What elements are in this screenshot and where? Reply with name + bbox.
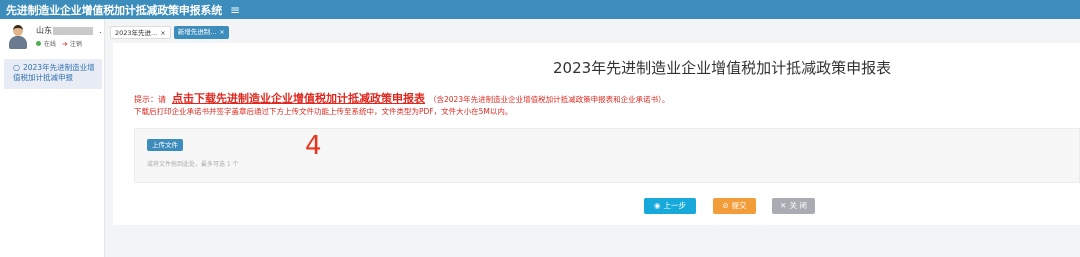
close-icon[interactable]: × [160, 29, 165, 37]
hamburger-menu-icon[interactable]: ≡ [230, 4, 240, 16]
previous-step-label: 上一步 [663, 201, 687, 210]
download-tip: 提示：请 点击下载先进制造业企业增值税加计抵减政策申报表 （含2023年先进制造… [134, 90, 669, 106]
form-panel: 2023年先进制造业企业增值税加计抵减政策申报表 提示：请 点击下载先进制造业企… [113, 43, 1080, 225]
annotation-number: 4 [305, 131, 322, 161]
online-status-icon [36, 41, 41, 46]
tab-new-declaration[interactable]: 新增先进制... × [173, 25, 229, 39]
user-panel: 山东 . 在线 ➜ 注销 [0, 19, 105, 55]
user-name: 山东 . [36, 25, 102, 36]
system-title: 先进制造业企业增值税加计抵减政策申报系统 [6, 3, 222, 17]
close-label: 关 闭 [789, 201, 807, 210]
check-icon: ⊘ [722, 201, 729, 210]
tab-label: 新增先进制... [177, 27, 217, 36]
upload-instructions: 下载后打印企业承诺书并签字盖章后通过下方上传文件功能上传至系统中，文件类型为PD… [134, 107, 513, 116]
sidebar-item-label: 2023年先进制造业增值税加计抵减申报 [13, 63, 95, 82]
user-name-suffix: . [99, 26, 102, 35]
tip-prefix: 提示：请 [134, 95, 166, 104]
submit-button[interactable]: ⊘ 提交 [713, 198, 756, 214]
submit-label: 提交 [731, 201, 747, 210]
tab-bar: 2023年先进... × 新增先进制... × [110, 24, 232, 40]
sidebar: 山东 . 在线 ➜ 注销 ○ 2023年先进制造业增值税加计抵减申报 [0, 19, 105, 257]
close-x-icon: ✕ [780, 201, 787, 210]
close-icon[interactable]: × [219, 28, 224, 36]
upload-hint: 或将文件拖到此处，最多可选 1 个 [147, 161, 239, 168]
logout-link[interactable]: 注销 [70, 39, 82, 48]
tab-label: 2023年先进... [115, 28, 158, 37]
tab-2023-declaration[interactable]: 2023年先进... × [110, 25, 171, 39]
close-button[interactable]: ✕ 关 闭 [772, 198, 815, 214]
user-name-prefix: 山东 [36, 26, 52, 35]
upload-file-button[interactable]: 上传文件 [147, 139, 183, 151]
top-header: 先进制造业企业增值税加计抵减政策申报系统 ≡ [0, 0, 1080, 19]
page-title: 2023年先进制造业企业增值税加计抵减政策申报表 [553, 59, 892, 77]
previous-step-button[interactable]: ◉ 上一步 [644, 198, 696, 214]
online-status-label: 在线 [44, 41, 57, 48]
prev-arrow-icon: ◉ [653, 201, 661, 210]
tip-detail: （含2023年先进制造业企业增值税加计抵减政策申报表和企业承诺书）。 [429, 95, 670, 104]
download-form-link[interactable]: 点击下载先进制造业企业增值税加计抵减政策申报表 [172, 90, 425, 106]
circle-icon: ○ [13, 63, 20, 72]
user-status: 在线 ➜ 注销 [36, 39, 82, 48]
logout-icon[interactable]: ➜ [62, 40, 68, 48]
redacted-name [53, 26, 93, 35]
file-drop-zone[interactable]: 上传文件 或将文件拖到此处，最多可选 1 个 4 [134, 128, 1080, 183]
avatar [9, 25, 27, 49]
sidebar-item-declaration[interactable]: ○ 2023年先进制造业增值税加计抵减申报 [4, 59, 102, 89]
